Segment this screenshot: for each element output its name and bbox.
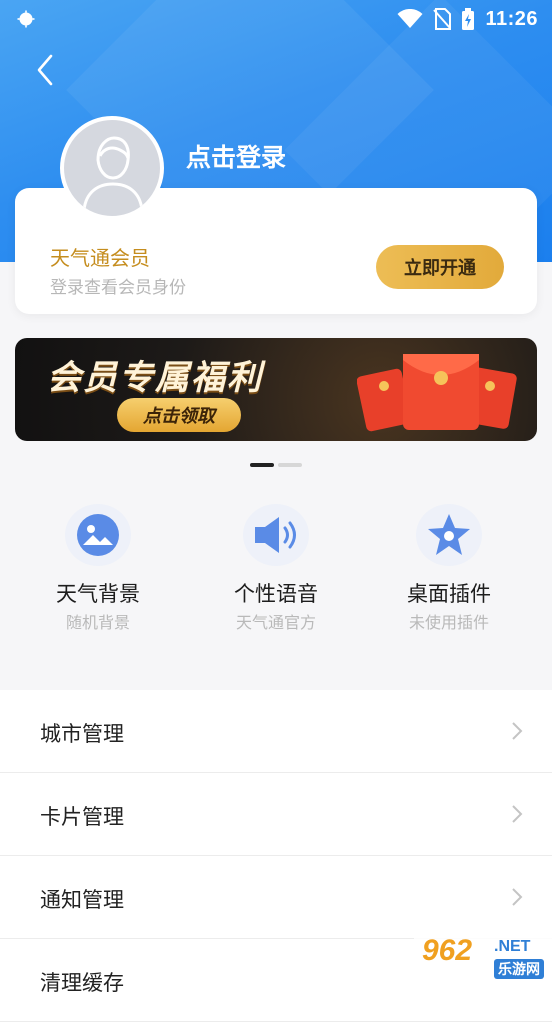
pager-dot-active <box>250 463 274 467</box>
back-arrow-icon <box>37 54 53 86</box>
banner-pager <box>250 463 302 467</box>
feature-icon-container <box>416 504 482 566</box>
banner-claim-button[interactable]: 点击领取 <box>117 398 241 432</box>
menu-item-city-management[interactable]: 城市管理 <box>0 690 552 773</box>
banner-title: 会员专属福利 <box>47 359 263 397</box>
feature-subtitle: 天气通官方 <box>235 615 316 632</box>
speaker-icon <box>255 517 296 553</box>
android-notification-icon <box>17 10 35 28</box>
feature-icon-container <box>243 504 309 566</box>
image-icon <box>77 514 119 556</box>
watermark-number: 962 <box>422 934 473 967</box>
back-button[interactable] <box>28 52 62 88</box>
no-sim-icon <box>433 8 452 30</box>
menu-item-notification-management[interactable]: 通知管理 <box>0 856 552 939</box>
menu-item-label: 城市管理 <box>40 723 124 746</box>
membership-title: 天气通会员 <box>50 248 150 270</box>
battery-icon <box>462 8 475 30</box>
watermark-suffix: .NET <box>494 938 531 955</box>
login-link[interactable]: 点击登录 <box>186 138 286 174</box>
feature-weather-background[interactable]: 天气背景 随机背景 <box>6 496 190 646</box>
feature-desktop-widget[interactable]: 桌面插件 未使用插件 <box>357 496 541 646</box>
watermark-site: 乐游网 <box>494 959 544 979</box>
feature-grid: 天气背景 随机背景 个性语音 天气通官方 桌面插件 未使用插件 <box>0 496 552 646</box>
chevron-right-icon <box>512 888 523 906</box>
site-watermark: 962 .NET 乐游网 <box>414 932 552 983</box>
promo-banner[interactable]: 会员专属福利 点击领取 <box>15 338 537 441</box>
membership-subtitle: 登录查看会员身份 <box>50 278 186 297</box>
feature-personal-voice[interactable]: 个性语音 天气通官方 <box>184 496 368 646</box>
avatar[interactable] <box>60 116 164 220</box>
red-envelope-icon <box>357 354 517 432</box>
feature-icon-container <box>65 504 131 566</box>
chevron-right-icon <box>512 805 523 823</box>
feature-title: 天气背景 <box>56 583 140 606</box>
status-bar: 11:26 <box>0 0 552 38</box>
menu-item-label: 通知管理 <box>40 889 124 912</box>
feature-subtitle: 未使用插件 <box>408 615 489 632</box>
menu-item-label: 清理缓存 <box>40 972 124 995</box>
open-membership-button[interactable]: 立即开通 <box>376 245 504 289</box>
feature-title: 桌面插件 <box>407 583 491 606</box>
wifi-icon <box>397 9 423 28</box>
star-icon <box>428 514 470 555</box>
pager-dot <box>278 463 302 467</box>
chevron-right-icon <box>512 722 523 740</box>
menu-item-label: 卡片管理 <box>40 806 124 829</box>
feature-subtitle: 随机背景 <box>65 615 130 632</box>
feature-title: 个性语音 <box>234 583 318 606</box>
menu-item-card-management[interactable]: 卡片管理 <box>0 773 552 856</box>
user-avatar-icon <box>82 136 144 211</box>
status-time: 11:26 <box>485 7 538 30</box>
